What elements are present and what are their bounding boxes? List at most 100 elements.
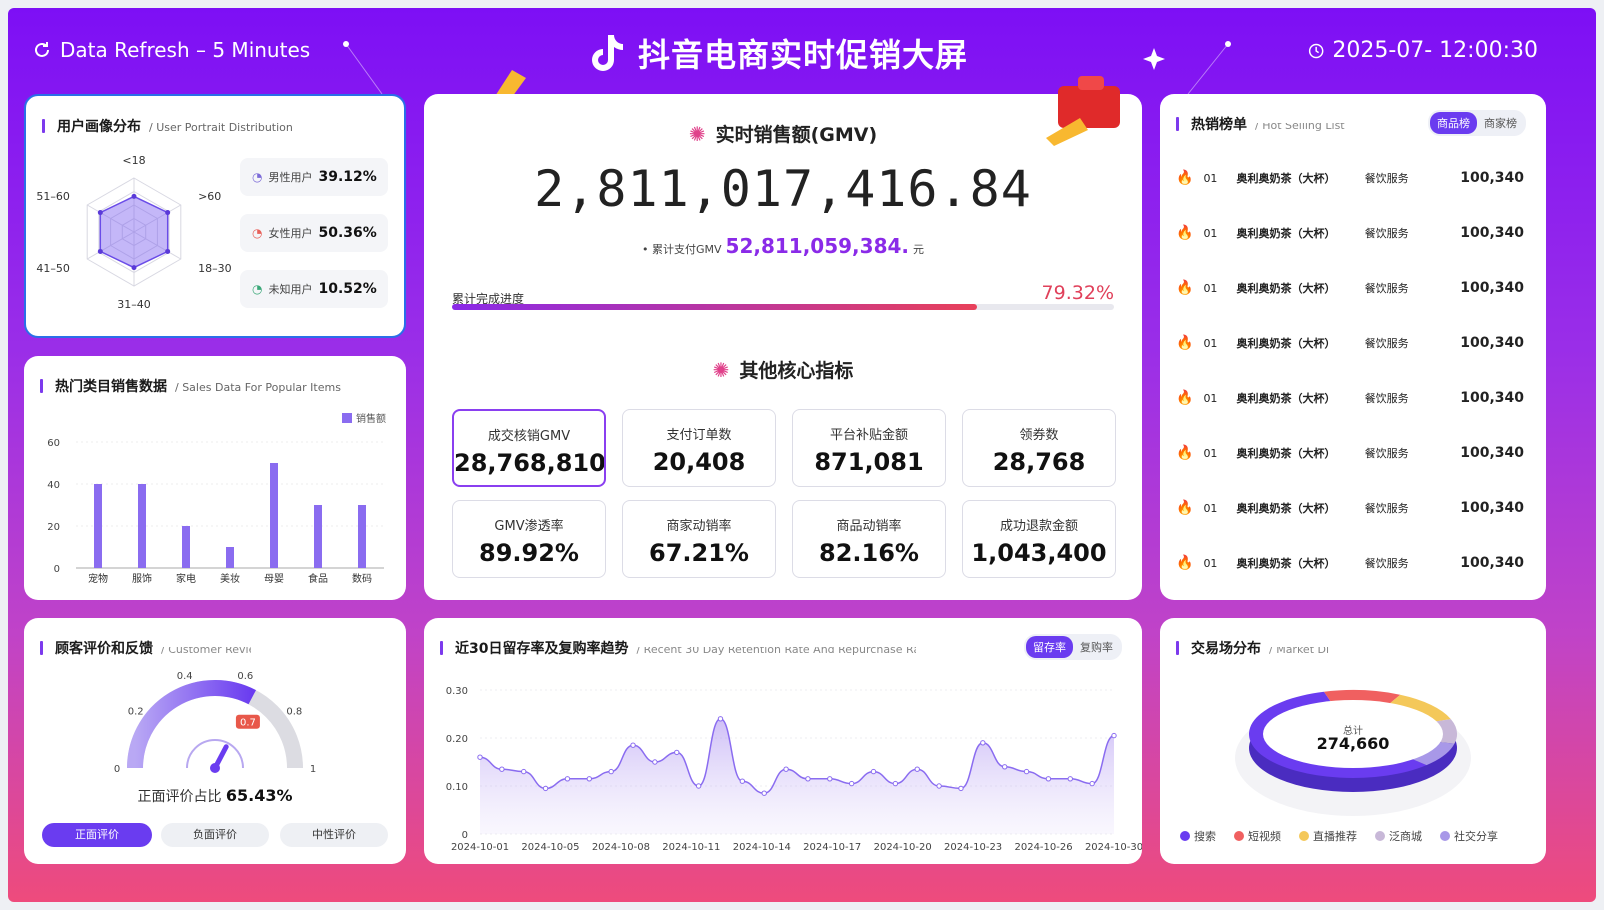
legend-label: 直播推荐: [1313, 830, 1357, 843]
data-point: [848, 780, 855, 787]
rank-number: 01: [1203, 336, 1218, 350]
data-point: [564, 776, 571, 782]
bar: [94, 484, 102, 568]
hot-list-row[interactable]: 🔥 01 奥利奥奶茶（大杯） 餐饮服务 100,340: [1176, 278, 1524, 298]
x-tick-label: 2024-10-23: [944, 842, 1002, 853]
radar-axis-label: <18: [122, 154, 145, 167]
product-sales: 100,340: [1460, 170, 1524, 186]
popular-sales-card: 热门类目销售数据 / Sales Data For Popular Items 销…: [24, 356, 406, 600]
stat-male: ◔ 男性用户 39.12%: [240, 158, 388, 196]
product-category: 餐饮服务: [1364, 337, 1409, 350]
rank-number: 01: [1203, 171, 1218, 185]
data-point: [805, 776, 811, 782]
radar-point: [131, 265, 137, 271]
gmv-value: 2,811,017,416.84: [534, 160, 1032, 218]
product-name: 奥利奥奶茶（大杯）: [1236, 227, 1336, 240]
legend-item[interactable]: 搜索: [1180, 828, 1216, 844]
data-point: [892, 780, 899, 787]
data-point: [630, 742, 636, 748]
data-point: [1023, 768, 1030, 775]
radar-point: [131, 193, 137, 199]
data-point: [739, 778, 746, 784]
data-point: [652, 759, 658, 765]
legend-swatch: [342, 412, 352, 423]
bar: [314, 505, 322, 568]
kpi-refund-amount[interactable]: 成功退款金额 1,043,400: [962, 500, 1116, 578]
user-portrait-card: 用户画像分布 / User Portrait Distribution <18 >6…: [24, 94, 406, 338]
hot-list-row[interactable]: 🔥 01 奥利奥奶茶（大杯） 餐饮服务 100,340: [1176, 443, 1524, 463]
data-point: [936, 783, 942, 789]
legend-item[interactable]: 泛商城: [1375, 828, 1422, 844]
bar: [358, 505, 366, 568]
hot-list-row[interactable]: 🔥 01 奥利奥奶茶（大杯） 餐饮服务 100,340: [1176, 553, 1524, 573]
x-tick-label: 2024-10-05: [521, 842, 579, 853]
retention-tabs: 留存率 复购率: [1024, 634, 1122, 660]
hot-list-row[interactable]: 🔥 01 奥利奥奶茶（大杯） 餐饮服务 100,340: [1176, 498, 1524, 518]
rank-number: 01: [1203, 501, 1218, 515]
product-category: 餐饮服务: [1364, 502, 1409, 515]
tab-retention[interactable]: 留存率: [1026, 636, 1073, 658]
refresh-indicator[interactable]: Data Refresh – 5 Minutes: [32, 38, 310, 62]
product-sales: 100,340: [1460, 445, 1524, 461]
radar-chart: <18 >60 18–30 31–40 41–50 51–60: [36, 154, 231, 311]
y-tick-label: 0: [462, 830, 468, 841]
kpi-paid-orders[interactable]: 支付订单数 20,408: [622, 409, 776, 487]
product-category: 餐饮服务: [1364, 557, 1409, 570]
data-point: [695, 783, 702, 789]
portrait-heading: 用户画像分布 / User Portrait Distribution: [42, 116, 293, 136]
positive-review-button[interactable]: 正面评价: [42, 823, 152, 847]
kpi-product-sell-through[interactable]: 商品动销率 82.16%: [792, 500, 946, 578]
fire-icon: 🔥: [1176, 500, 1194, 516]
tab-product-rank[interactable]: 商品榜: [1430, 112, 1477, 134]
bar: [182, 526, 190, 568]
x-tick-label: 2024-10-26: [1014, 842, 1072, 853]
data-point: [477, 754, 483, 760]
product-name: 奥利奥奶茶（大杯）: [1236, 502, 1336, 515]
hot-list-row[interactable]: 🔥 01 奥利奥奶茶（大杯） 餐饮服务 100,340: [1176, 333, 1524, 353]
product-sales: 100,340: [1460, 390, 1524, 406]
product-name: 奥利奥奶茶（大杯）: [1236, 337, 1336, 350]
cumulative-gmv: • 累计支付GMV 52,811,059,384. 元: [641, 234, 924, 258]
radar-axis-label: 41–50: [36, 262, 70, 275]
hot-list-card: 热销榜单 / Hot Selling List 商品榜 商家榜 🔥 01 奥利奥奶茶（…: [1160, 94, 1546, 600]
tab-repurchase[interactable]: 复购率: [1073, 636, 1120, 658]
tab-merchant-rank[interactable]: 商家榜: [1477, 112, 1524, 134]
y-tick-label: 0: [54, 564, 60, 575]
neutral-review-button[interactable]: 中性评价: [280, 823, 388, 847]
rank-number: 01: [1203, 391, 1218, 405]
popular-heading: 热门类目销售数据 / Sales Data For Popular Items: [40, 376, 341, 396]
fire-icon: 🔥: [1176, 335, 1194, 351]
gauge-tick-label: 0.6: [237, 671, 253, 682]
data-point: [586, 776, 593, 782]
progress-fill: [452, 304, 978, 310]
legend-item[interactable]: 直播推荐: [1299, 828, 1357, 844]
kpi-coupons[interactable]: 领券数 28,768: [962, 409, 1116, 487]
x-tick-label: 2024-10-30: [1085, 842, 1142, 853]
radar-area: [99, 195, 169, 269]
data-point: [717, 716, 724, 722]
legend-item[interactable]: 短视频: [1234, 828, 1281, 844]
legend-item[interactable]: 社交分享: [1440, 828, 1498, 844]
hot-list-row[interactable]: 🔥 01 奥利奥奶茶（大杯） 餐饮服务 100,340: [1176, 168, 1524, 188]
gauge-tick-label: 0: [114, 764, 120, 775]
y-tick-label: 20: [47, 522, 60, 533]
kpi-gmv-penetration[interactable]: GMV渗透率 89.92%: [452, 500, 606, 578]
hot-list-row[interactable]: 🔥 01 奥利奥奶茶（大杯） 餐饮服务 100,340: [1176, 388, 1524, 408]
legend-label: 短视频: [1248, 830, 1281, 843]
product-name: 奥利奥奶茶（大杯）: [1236, 557, 1336, 570]
data-point: [1001, 764, 1008, 770]
x-tick-label: 宠物: [88, 572, 108, 585]
hot-list-row[interactable]: 🔥 01 奥利奥奶茶（大杯） 餐饮服务 100,340: [1176, 223, 1524, 243]
kpi-merchant-sell-through[interactable]: 商家动销率 67.21%: [622, 500, 776, 578]
x-tick-label: 2024-10-14: [733, 842, 791, 853]
y-tick-label: 0.10: [446, 782, 468, 793]
bar: [270, 463, 278, 568]
fire-icon: 🔥: [1176, 555, 1194, 571]
legend-dot: [1440, 831, 1450, 841]
kpi-platform-subsidy[interactable]: 平台补贴金额 871,081: [792, 409, 946, 487]
retention-card: 近30日留存率及复购率趋势 / Recent 30 Day Retention R…: [424, 618, 1142, 864]
negative-review-button[interactable]: 负面评价: [161, 823, 269, 847]
kpi-verified-gmv[interactable]: 成交核销GMV 28,768,810: [452, 409, 606, 487]
gauge-marker-label: 0.7: [240, 718, 256, 729]
data-point: [783, 766, 789, 772]
